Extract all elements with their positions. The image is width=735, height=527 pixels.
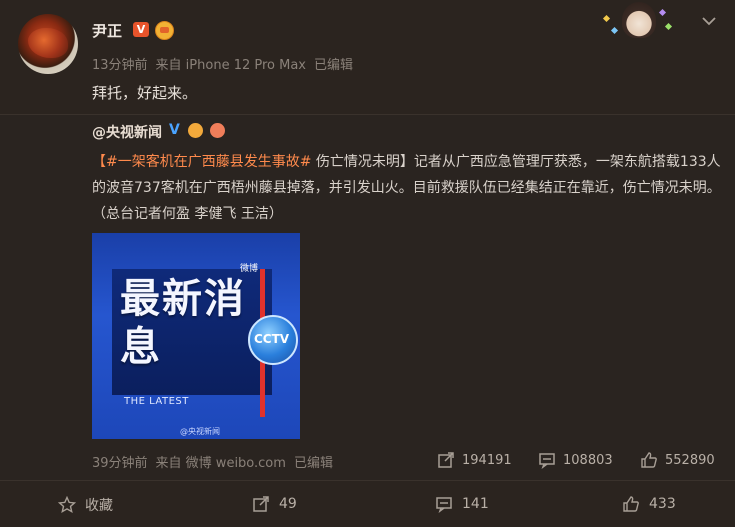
member-badge-icon <box>155 21 174 40</box>
image-subtitle: THE LATEST <box>124 396 189 407</box>
original-author[interactable]: @央视新闻 <box>92 122 162 142</box>
badge-icon <box>188 123 203 138</box>
repost-button[interactable]: 49 <box>252 495 297 513</box>
avatar[interactable] <box>18 14 78 74</box>
news-image[interactable]: 微博 最新消息 THE LATEST CCTV @央视新闻 <box>92 233 300 439</box>
verified-badge-icon: V <box>133 22 149 37</box>
cctv-logo-icon: CCTV <box>248 315 298 365</box>
image-headline: 最新消息 <box>120 276 246 370</box>
post-text: 拜托，好起来。 <box>92 84 198 102</box>
post-meta: 13分钟前 来自 iPhone 12 Pro Max 已编辑 <box>92 54 361 73</box>
comment-icon <box>539 453 555 469</box>
weibo-post-card: 尹正 V 13分钟前 来自 iPhone 12 Pro Max 已编辑 拜托，好起来… <box>0 0 735 527</box>
image-top-mark: 微博 <box>240 264 259 274</box>
original-like-count[interactable]: 552890 <box>640 451 715 469</box>
post-time[interactable]: 13分钟前 <box>92 58 148 73</box>
post-source: 来自 iPhone 12 Pro Max <box>155 58 306 73</box>
repost-icon <box>438 452 454 468</box>
decoration-sticker-icon <box>600 2 682 38</box>
thumbs-up-icon <box>641 452 657 468</box>
original-source: 来自 微博 weibo.com <box>155 456 286 471</box>
like-button[interactable]: 433 <box>622 495 676 513</box>
comment-icon <box>436 497 452 513</box>
original-edited: 已编辑 <box>293 456 333 471</box>
star-icon <box>58 496 76 514</box>
original-comment-count[interactable]: 108803 <box>538 451 613 469</box>
thumbs-up-icon <box>623 496 639 512</box>
comment-button[interactable]: 141 <box>435 495 489 513</box>
username[interactable]: 尹正 <box>92 20 122 41</box>
original-text: 【#一架客机在广西藤县发生事故# 伤亡情况未明】记者从广西应急管理厅获悉，一架东… <box>92 149 722 227</box>
image-watermark: @央视新闻 <box>180 427 220 436</box>
repost-icon <box>253 496 269 512</box>
post-edited: 已编辑 <box>314 58 354 73</box>
original-meta: 39分钟前 来自 微博 weibo.com 已编辑 <box>92 452 341 471</box>
original-time[interactable]: 39分钟前 <box>92 456 148 471</box>
favorite-button[interactable]: 收藏 <box>58 495 113 515</box>
badge-icon <box>210 123 225 138</box>
hashtag-link[interactable]: 【#一架客机在广西藤县发生事故# <box>92 154 311 170</box>
chevron-down-icon[interactable] <box>700 12 718 30</box>
blue-verified-icon: V <box>169 122 180 138</box>
original-repost-count[interactable]: 194191 <box>437 451 512 469</box>
